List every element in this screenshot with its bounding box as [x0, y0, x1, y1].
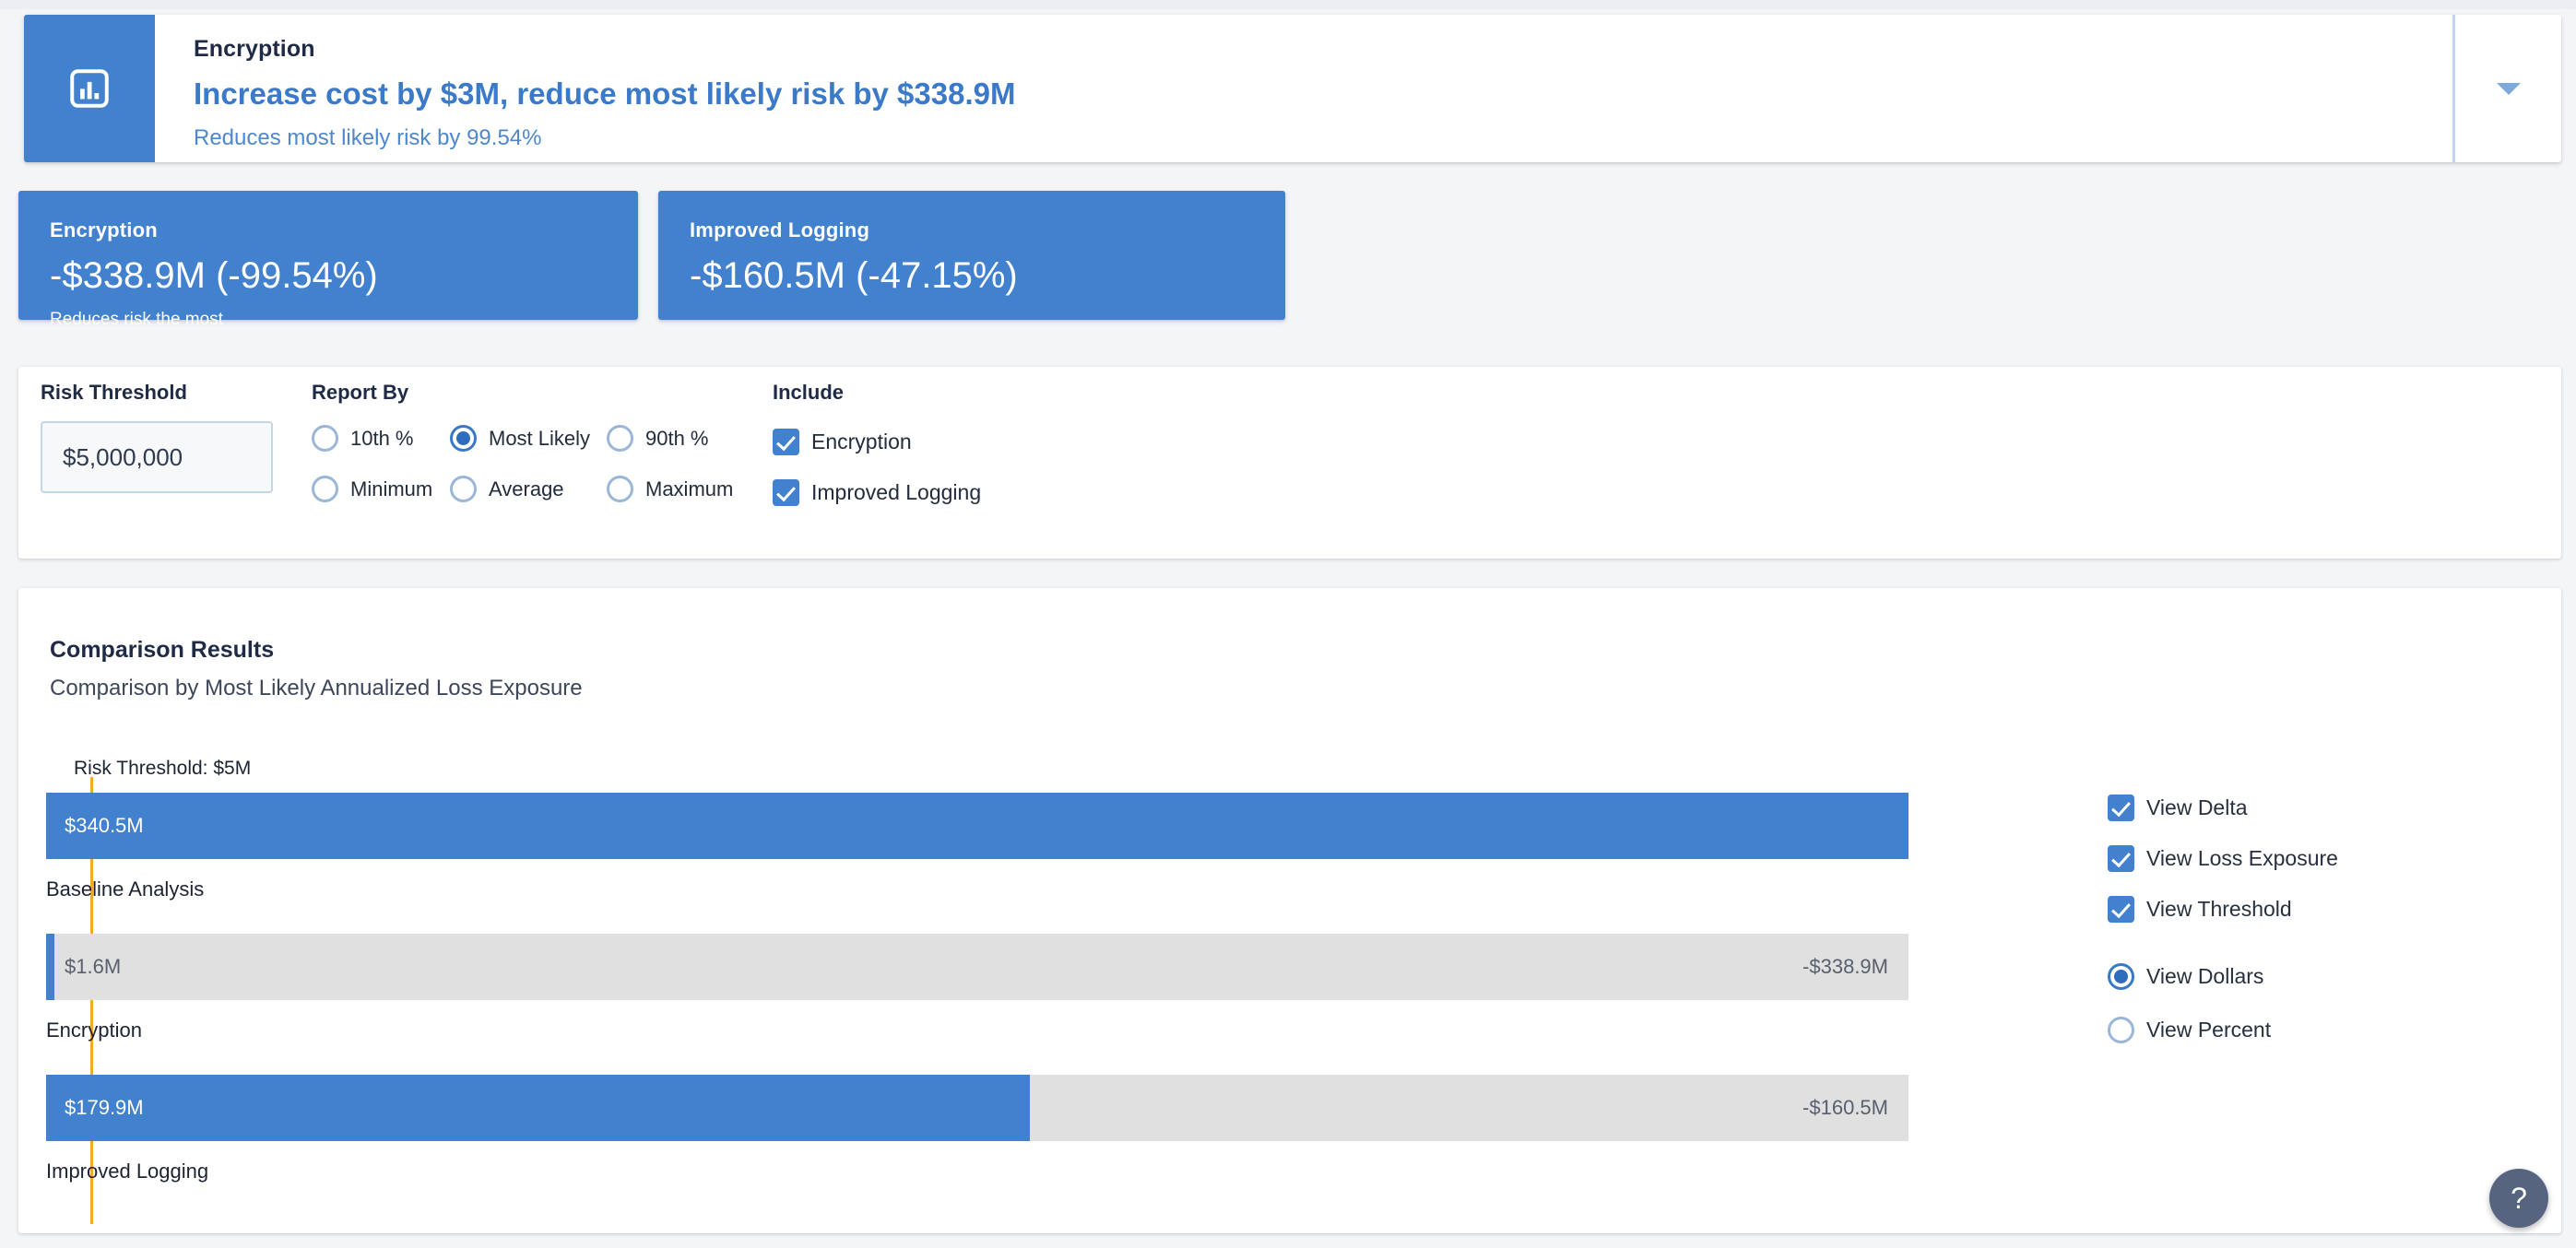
checkbox-include-encryption[interactable]: Encryption	[773, 429, 981, 456]
radio-label: View Percent	[2146, 1018, 2272, 1042]
kpi-note: Reduces risk the most	[50, 310, 223, 330]
radio-option-minimum[interactable]: Minimum	[312, 476, 450, 503]
recommendation-body: Encryption Increase cost by $3M, reduce …	[155, 15, 2452, 162]
checkbox-label: View Loss Exposure	[2146, 846, 2338, 870]
radio-icon	[2108, 1017, 2134, 1043]
report-by-label: Report By	[312, 381, 409, 404]
bar-value-label: $179.9M	[65, 1096, 144, 1119]
risk-threshold-group: Risk Threshold	[41, 381, 273, 494]
kpi-value: -$338.9M (-99.54%)	[50, 255, 378, 297]
radio-icon-selected	[450, 425, 477, 453]
radio-icon	[312, 425, 338, 453]
chevron-down-icon	[2496, 82, 2521, 95]
bar-delta-label: -$338.9M	[1802, 955, 1888, 978]
radio-option-most-likely[interactable]: Most Likely	[450, 425, 607, 453]
checkbox-include-improved-logging[interactable]: Improved Logging	[773, 479, 982, 507]
risk-threshold-input[interactable]	[41, 421, 273, 494]
radio-option-maximum[interactable]: Maximum	[607, 476, 763, 503]
report-by-group: Report By 10th % Most Likely 90th % Mini…	[312, 381, 763, 503]
checkbox-label: View Delta	[2146, 795, 2248, 819]
include-label: Include	[773, 381, 845, 404]
kpi-card-row: Encryption -$338.9M (-99.54%) Reduces ri…	[18, 191, 1285, 329]
recommendation-eyebrow: Encryption	[194, 36, 315, 62]
radio-label: 10th %	[350, 426, 414, 450]
bar-track[interactable]: $1.6M -$338.9M	[46, 934, 1908, 1000]
threshold-caption: Risk Threshold: $5M	[74, 758, 252, 779]
chart-bar-group-baseline: $340.5M Baseline Analysis	[46, 793, 1908, 901]
risk-comparison-page: Encryption Increase cost by $3M, reduce …	[0, 0, 2576, 1248]
question-mark-icon: ?	[2511, 1181, 2527, 1215]
check-icon	[773, 429, 799, 456]
bar-fill	[46, 934, 55, 1000]
bar-fill	[46, 793, 1908, 859]
radio-view-percent[interactable]: View Percent	[2108, 1017, 2338, 1043]
kpi-title: Encryption	[50, 218, 158, 241]
kpi-title: Improved Logging	[690, 218, 870, 241]
check-icon	[2108, 845, 2134, 872]
radio-icon	[312, 476, 338, 503]
radio-option-90th-percent[interactable]: 90th %	[607, 425, 763, 453]
radio-icon	[607, 476, 633, 503]
help-button[interactable]: ?	[2489, 1169, 2548, 1228]
view-options-panel: View Delta View Loss Exposure View Thres…	[2108, 795, 2338, 1043]
kpi-card-improved-logging[interactable]: Improved Logging -$160.5M (-47.15%)	[658, 191, 1285, 320]
kpi-value: -$160.5M (-47.15%)	[690, 255, 1018, 297]
recommendation-banner[interactable]: Encryption Increase cost by $3M, reduce …	[24, 15, 2561, 162]
radio-option-10th-percent[interactable]: 10th %	[312, 425, 450, 453]
checkbox-view-threshold[interactable]: View Threshold	[2108, 896, 2338, 923]
radio-view-dollars[interactable]: View Dollars	[2108, 963, 2338, 990]
bar-delta-label: -$160.5M	[1802, 1096, 1888, 1119]
checkbox-view-loss-exposure[interactable]: View Loss Exposure	[2108, 845, 2338, 872]
risk-threshold-label: Risk Threshold	[41, 381, 187, 404]
report-by-radio-group: 10th % Most Likely 90th % Minimum Averag…	[312, 425, 763, 503]
include-checkbox-group: Encryption Improved Logging	[773, 429, 982, 507]
bar-category-label: Baseline Analysis	[46, 877, 205, 901]
radio-icon-selected	[2108, 963, 2134, 990]
bar-chart-icon	[24, 15, 155, 162]
radio-label: Average	[489, 477, 564, 500]
checkbox-view-delta[interactable]: View Delta	[2108, 795, 2338, 821]
kpi-card-encryption[interactable]: Encryption -$338.9M (-99.54%) Reduces ri…	[18, 191, 638, 329]
chart-bar-group-encryption: $1.6M -$338.9M Encryption	[46, 934, 1908, 1042]
bar-category-label: Improved Logging	[46, 1160, 209, 1183]
check-icon	[2108, 896, 2134, 923]
view-options-radio-group: View Dollars View Percent	[2108, 963, 2338, 1043]
bar-fill	[46, 1075, 1031, 1141]
bar-category-label: Encryption	[46, 1018, 142, 1042]
bar-track[interactable]: $340.5M	[46, 793, 1908, 859]
chart-bar-group-improved-logging: $179.9M -$160.5M Improved Logging	[46, 1075, 1908, 1183]
recommendation-subtext: Reduces most likely risk by 99.54%	[194, 124, 542, 150]
bar-value-label: $1.6M	[65, 955, 122, 978]
bar-value-label: $340.5M	[65, 814, 144, 837]
checkbox-label: Improved Logging	[811, 480, 982, 505]
radio-label: Most Likely	[489, 426, 591, 450]
recommendation-headline: Increase cost by $3M, reduce most likely…	[194, 77, 1016, 112]
checkbox-label: View Threshold	[2146, 897, 2292, 921]
check-icon	[773, 479, 799, 507]
include-group: Include Encryption Improved Logging	[773, 381, 982, 507]
recommendation-expand-button[interactable]	[2452, 15, 2561, 162]
radio-label: Maximum	[645, 477, 734, 500]
radio-option-average[interactable]: Average	[450, 476, 607, 503]
checkbox-label: Encryption	[811, 430, 912, 454]
bar-track[interactable]: $179.9M -$160.5M	[46, 1075, 1908, 1141]
radio-icon	[607, 425, 633, 453]
view-options-checkbox-group: View Delta View Loss Exposure View Thres…	[2108, 795, 2338, 923]
radio-icon	[450, 476, 477, 503]
radio-label: View Dollars	[2146, 964, 2264, 988]
check-icon	[2108, 795, 2134, 821]
radio-label: Minimum	[350, 477, 433, 500]
top-strip	[0, 0, 2576, 9]
radio-label: 90th %	[645, 426, 709, 450]
